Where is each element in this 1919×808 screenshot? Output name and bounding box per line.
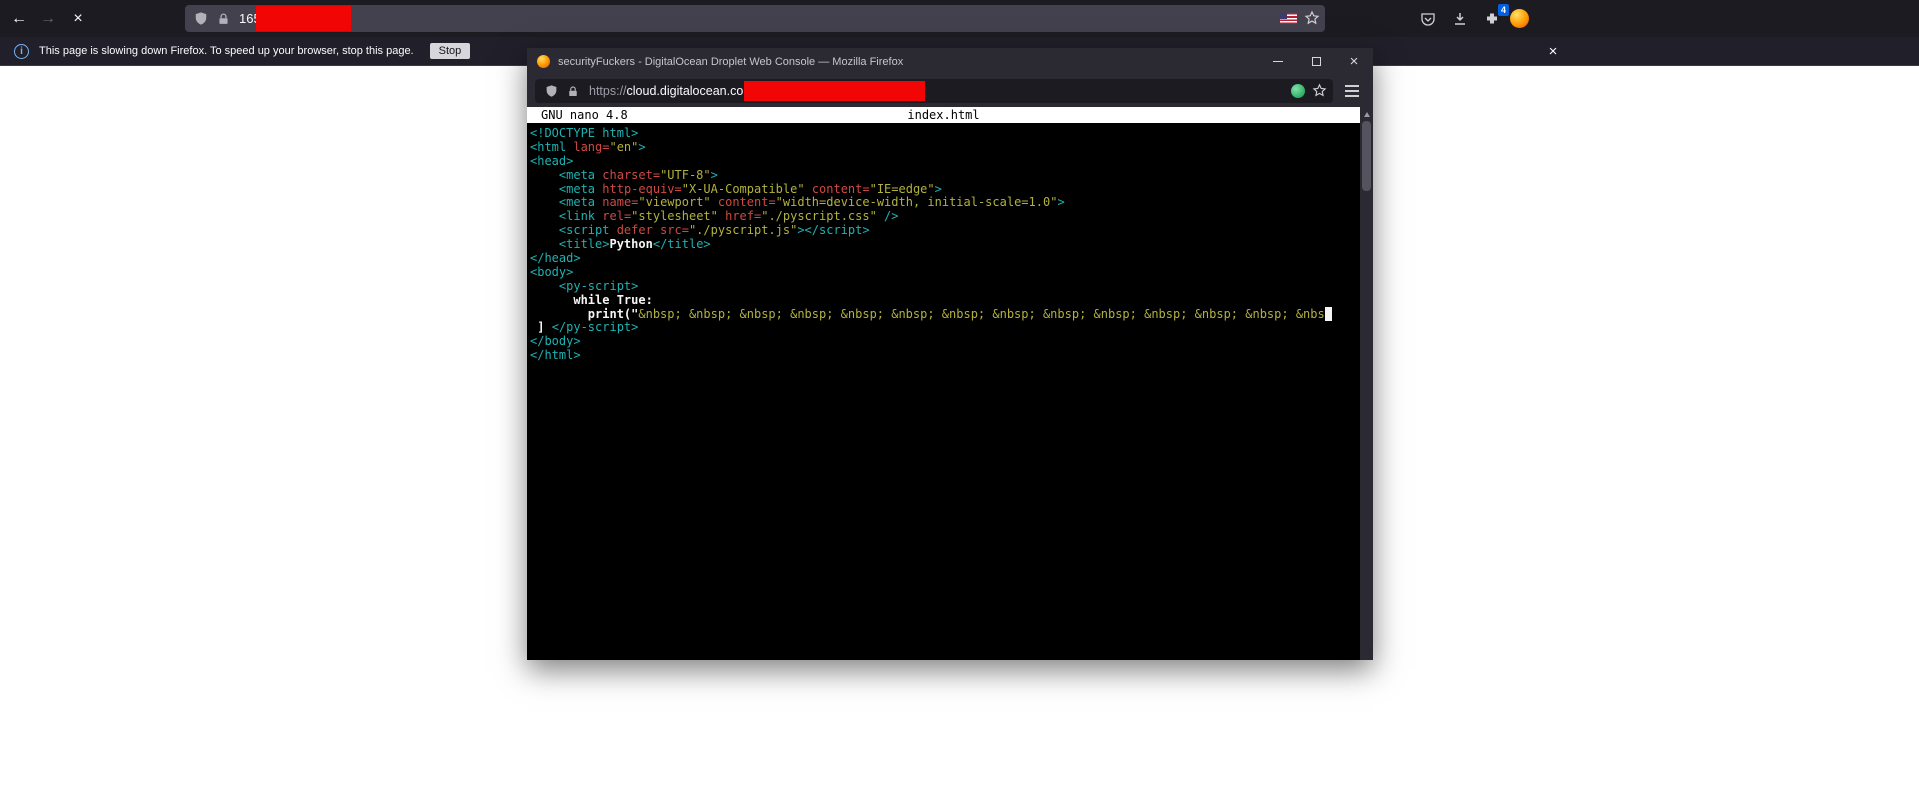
minimize-icon — [1273, 61, 1283, 62]
firefox-favicon — [537, 55, 550, 68]
terminal-line: <meta http-equiv="X-UA-Compatible" conte… — [530, 183, 1360, 197]
popup-title: securityFuckers - DigitalOcean Droplet W… — [558, 56, 903, 68]
nano-header: GNU nano 4.8 index.html — [527, 107, 1360, 123]
hamburger-icon — [1345, 90, 1359, 92]
tracking-shield-icon[interactable] — [193, 11, 209, 27]
terminal-line: <!DOCTYPE html> — [530, 127, 1360, 141]
terminal-line: </body> — [530, 335, 1360, 349]
terminal-line: ] </py-script> — [530, 321, 1360, 335]
bookmark-star-icon[interactable] — [1304, 10, 1320, 26]
window-controls: × — [1259, 48, 1373, 75]
close-icon: × — [1350, 54, 1359, 69]
popup-url-text[interactable]: https://cloud.digitalocean.com/d — [589, 84, 764, 98]
forward-icon: → — [40, 10, 56, 28]
notification-close-icon[interactable]: × — [1541, 37, 1565, 66]
screen: ← → × 165 4 — [0, 0, 1919, 808]
url-scheme: https:// — [589, 84, 627, 98]
firefox-account-icon — [1510, 9, 1529, 28]
redacted-url-overlay — [256, 6, 351, 31]
stop-reload-button[interactable]: × — [64, 0, 92, 37]
terminal-line: <link rel="stylesheet" href="./pyscript.… — [530, 210, 1360, 224]
nano-filename: index.html — [527, 108, 1360, 122]
stop-page-button[interactable]: Stop — [430, 43, 471, 59]
back-icon: ← — [11, 10, 27, 28]
popup-titlebar[interactable]: securityFuckers - DigitalOcean Droplet W… — [527, 48, 1373, 75]
stop-icon: × — [73, 10, 82, 28]
terminal-line: <body> — [530, 266, 1360, 280]
popup-toolbar: https://cloud.digitalocean.com/d — [527, 75, 1373, 107]
terminal-line: <html lang="en"> — [530, 141, 1360, 155]
notification-text: This page is slowing down Firefox. To sp… — [39, 45, 414, 57]
info-icon — [14, 44, 29, 59]
scrollbar[interactable] — [1360, 107, 1373, 660]
scrollbar-thumb[interactable] — [1362, 121, 1371, 191]
forward-button[interactable]: → — [34, 0, 62, 37]
downloads-button[interactable] — [1446, 0, 1474, 37]
page-action-icon[interactable] — [1291, 84, 1305, 98]
maximize-icon — [1312, 57, 1321, 66]
terminal-line: </html> — [530, 349, 1360, 363]
download-icon — [1452, 11, 1468, 27]
terminal-line: <title>Python</title> — [530, 238, 1360, 252]
address-bar[interactable]: 165 — [185, 5, 1325, 32]
maximize-button[interactable] — [1297, 48, 1335, 75]
terminal-line: <meta name="viewport" content="width=dev… — [530, 196, 1360, 210]
account-button[interactable] — [1505, 0, 1533, 37]
menu-button[interactable] — [1340, 75, 1364, 107]
tracking-shield-icon[interactable] — [543, 83, 559, 99]
terminal-line: <script defer src="./pyscript.js"></scri… — [530, 224, 1360, 238]
terminal-line: <head> — [530, 155, 1360, 169]
terminal[interactable]: <!DOCTYPE html><html lang="en"><head> <m… — [527, 123, 1360, 660]
back-button[interactable]: ← — [5, 0, 33, 37]
popup-address-bar[interactable]: https://cloud.digitalocean.com/d — [535, 79, 1333, 103]
lock-icon[interactable] — [565, 83, 581, 99]
redacted-url-overlay — [744, 81, 925, 101]
terminal-line: <py-script> — [530, 280, 1360, 294]
close-button[interactable]: × — [1335, 48, 1373, 75]
up-triangle-icon — [1364, 112, 1370, 117]
minimize-button[interactable] — [1259, 48, 1297, 75]
terminal-line: while True: — [530, 294, 1360, 308]
terminal-line: print("&nbsp; &nbsp; &nbsp; &nbsp; &nbsp… — [530, 308, 1360, 322]
bookmark-star-icon[interactable] — [1312, 83, 1327, 98]
pocket-button[interactable] — [1414, 0, 1442, 37]
scrollbar-up-icon[interactable] — [1360, 107, 1373, 121]
terminal-line: </head> — [530, 252, 1360, 266]
pocket-icon — [1420, 11, 1436, 27]
terminal-line: <meta charset="UTF-8"> — [530, 169, 1360, 183]
browser-toolbar: ← → × 165 4 — [0, 0, 1919, 37]
lock-icon[interactable] — [215, 11, 231, 27]
us-flag-icon[interactable] — [1280, 13, 1297, 24]
popup-window: securityFuckers - DigitalOcean Droplet W… — [527, 48, 1373, 660]
